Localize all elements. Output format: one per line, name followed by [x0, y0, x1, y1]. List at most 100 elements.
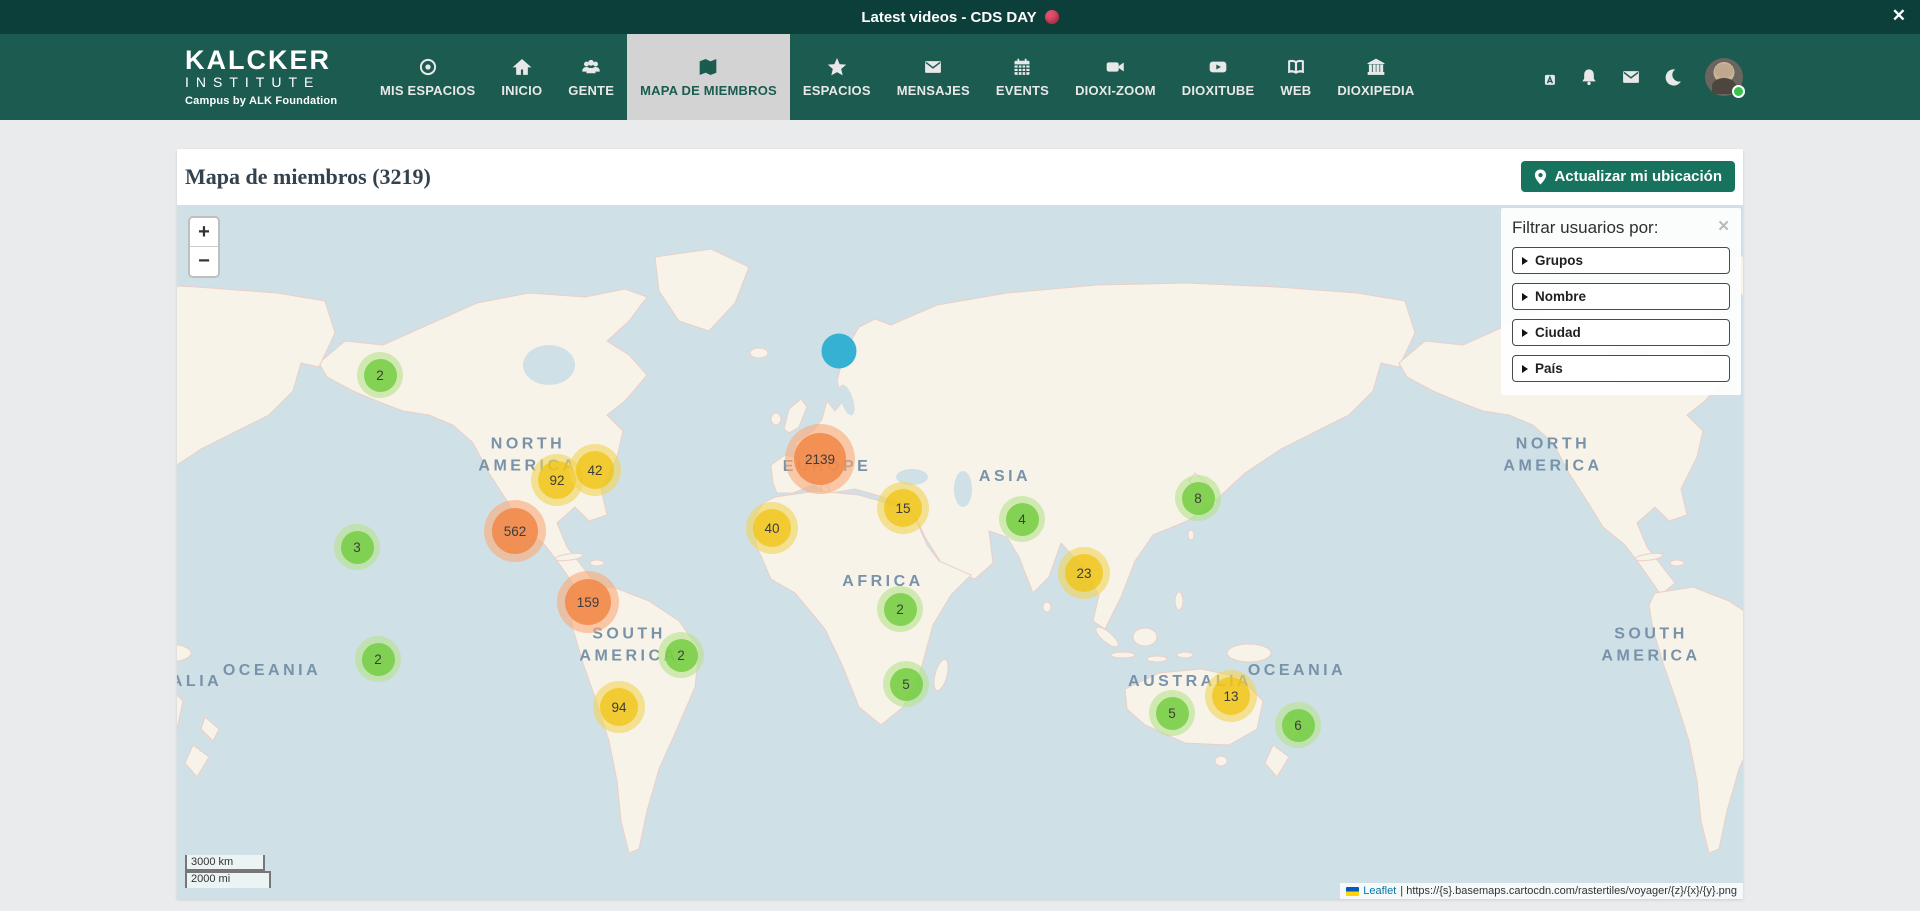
nav-dioxi-zoom[interactable]: DIOXI-ZOOM [1062, 34, 1169, 120]
cluster-marker[interactable]: 5 [1149, 690, 1195, 736]
logo-tagline: Campus by ALK Foundation [185, 95, 353, 107]
cluster-marker[interactable]: 159 [557, 571, 619, 633]
cluster-marker[interactable]: 3 [334, 524, 380, 570]
cluster-count: 6 [1282, 709, 1315, 742]
cluster-count: 5 [1156, 697, 1189, 730]
filter-label: Grupos [1535, 253, 1583, 268]
filter-panel-close-icon[interactable]: ✕ [1717, 218, 1730, 236]
cluster-marker[interactable]: 2 [357, 352, 403, 398]
cluster-marker[interactable]: 6 [1275, 702, 1321, 748]
nav-label: ESPACIOS [803, 83, 871, 98]
nav-gente[interactable]: GENTE [555, 34, 627, 120]
nav-mensajes[interactable]: MENSAJES [884, 34, 983, 120]
scale-km: 3000 km [185, 855, 265, 872]
calendar-icon [1012, 57, 1032, 77]
cluster-count: 562 [492, 508, 538, 554]
cluster-count: 4 [1006, 503, 1039, 536]
filter-label: Ciudad [1535, 325, 1581, 340]
nav-web[interactable]: WEB [1267, 34, 1324, 120]
nav-label: DIOXITUBE [1182, 83, 1255, 98]
cluster-count: 13 [1212, 677, 1250, 715]
nav-label: INICIO [501, 83, 542, 98]
filter-nombre[interactable]: Nombre [1512, 283, 1730, 310]
cluster-marker[interactable]: 15 [877, 482, 929, 534]
members-map-card: Mapa de miembros (3219) Actualizar mi ub… [177, 149, 1743, 899]
members-map[interactable]: NORTH AMERICAEUROPEASIAAFRICASOUTH AMERI… [177, 205, 1743, 899]
cluster-marker[interactable]: 4 [999, 496, 1045, 542]
cluster-marker[interactable]: 2 [877, 586, 923, 632]
cluster-marker[interactable]: 562 [484, 500, 546, 562]
cluster-marker[interactable]: 13 [1205, 670, 1257, 722]
nav-inicio[interactable]: INICIO [488, 34, 555, 120]
cluster-marker[interactable]: 94 [593, 681, 645, 733]
map-attribution: Leaflet | https://{s}.basemaps.cartocdn.… [1340, 883, 1743, 899]
book-icon [1286, 57, 1306, 77]
envelope-icon [923, 57, 943, 77]
cluster-marker[interactable]: 2 [355, 636, 401, 682]
user-avatar[interactable] [1705, 58, 1743, 96]
filter-panel: Filtrar usuarios por: ✕ Grupos Nombre Ci… [1501, 208, 1741, 395]
home-icon [512, 57, 532, 77]
cluster-count: 2 [364, 359, 397, 392]
attribution-text: | https://{s}.basemaps.cartocdn.com/rast… [1400, 885, 1737, 897]
cluster-count: 2 [665, 639, 698, 672]
nav-dioxipedia[interactable]: DIOXIPEDIA [1324, 34, 1427, 120]
cluster-count: 3 [341, 531, 374, 564]
cluster-count: 2 [884, 593, 917, 626]
cluster-marker[interactable]: 23 [1058, 547, 1110, 599]
caret-right-icon [1522, 329, 1528, 337]
filter-pais[interactable]: País [1512, 355, 1730, 382]
cluster-count: 8 [1182, 482, 1215, 515]
star-icon [827, 57, 847, 77]
nav-label: MAPA DE MIEMBROS [640, 83, 777, 98]
nav-label: DIOXI-ZOOM [1075, 83, 1156, 98]
nav-mis-espacios[interactable]: MIS ESPACIOS [367, 34, 488, 120]
blue-location-marker[interactable] [822, 334, 857, 369]
cluster-count: 15 [884, 489, 922, 527]
filter-ciudad[interactable]: Ciudad [1512, 319, 1730, 346]
red-circle-icon [1045, 10, 1059, 24]
map-zoom-control: + − [188, 216, 220, 278]
nav-label: GENTE [568, 83, 614, 98]
bell-icon[interactable] [1579, 67, 1599, 87]
cluster-count: 23 [1065, 554, 1103, 592]
caret-right-icon [1522, 365, 1528, 373]
cluster-count: 42 [576, 451, 614, 489]
youtube-icon [1208, 57, 1228, 77]
logo-line1: KALCKER [185, 47, 353, 74]
translate-icon[interactable] [1537, 67, 1557, 87]
cluster-marker[interactable]: 2 [658, 632, 704, 678]
mail-icon[interactable] [1621, 67, 1641, 87]
page-title: Mapa de miembros (3219) [185, 164, 431, 190]
cluster-marker[interactable]: 2139 [785, 424, 855, 494]
zoom-in-button[interactable]: + [190, 218, 218, 247]
nav-label: MENSAJES [897, 83, 970, 98]
cluster-marker[interactable]: 40 [746, 502, 798, 554]
navbar: KALCKER INSTITUTE Campus by ALK Foundati… [0, 34, 1920, 120]
scale-mi: 2000 mi [185, 871, 271, 888]
update-location-button[interactable]: Actualizar mi ubicación [1521, 161, 1735, 192]
nav-label: EVENTS [996, 83, 1049, 98]
cluster-marker[interactable]: 42 [569, 444, 621, 496]
banner-close-icon[interactable]: ✕ [1892, 7, 1906, 24]
main-menu: MIS ESPACIOS INICIO GENTE MAPA DE MIEMBR… [367, 34, 1469, 120]
zoom-out-button[interactable]: − [190, 247, 218, 276]
logo[interactable]: KALCKER INSTITUTE Campus by ALK Foundati… [177, 34, 367, 120]
filter-grupos[interactable]: Grupos [1512, 247, 1730, 274]
cluster-count: 94 [600, 688, 638, 726]
page: Latest videos - CDS DAY ✕ KALCKER INSTIT… [0, 0, 1920, 911]
location-pin-icon [1534, 169, 1547, 185]
moon-icon[interactable] [1663, 67, 1683, 87]
nav-events[interactable]: EVENTS [983, 34, 1062, 120]
filter-label: País [1535, 361, 1563, 376]
leaflet-link[interactable]: Leaflet [1363, 885, 1396, 897]
cluster-marker[interactable]: 8 [1175, 475, 1221, 521]
nav-espacios[interactable]: ESPACIOS [790, 34, 884, 120]
nav-mapa-de-miembros[interactable]: MAPA DE MIEMBROS [627, 34, 790, 120]
caret-right-icon [1522, 257, 1528, 265]
nav-label: DIOXIPEDIA [1337, 83, 1414, 98]
search-icon[interactable] [1495, 67, 1515, 87]
cluster-marker[interactable]: 5 [883, 661, 929, 707]
ukraine-flag-icon [1346, 887, 1359, 896]
nav-dioxitube[interactable]: DIOXITUBE [1169, 34, 1268, 120]
